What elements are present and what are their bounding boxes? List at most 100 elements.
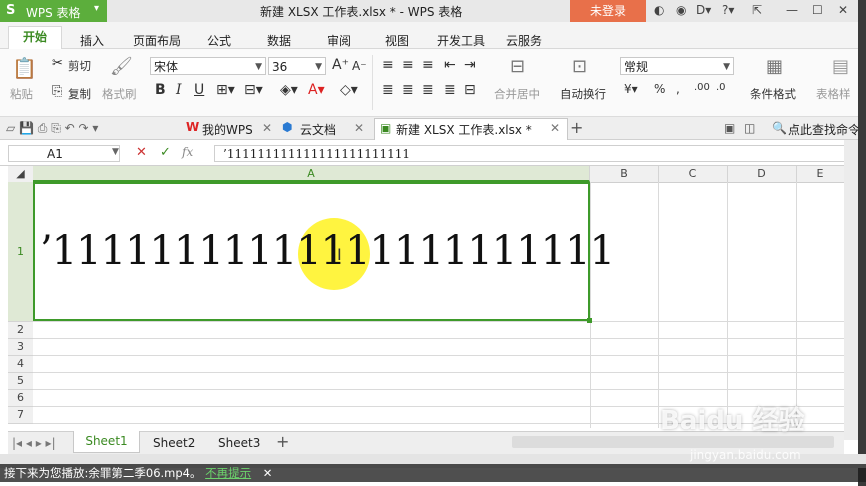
column-header-b[interactable]: B bbox=[590, 166, 659, 182]
justify-icon[interactable]: ≣ bbox=[444, 82, 456, 98]
row-header-6[interactable]: 6 bbox=[8, 390, 33, 407]
font-color-icon[interactable]: A▾ bbox=[308, 82, 325, 98]
confirm-icon[interactable]: ✓ bbox=[160, 145, 171, 160]
close-icon[interactable]: ✕ bbox=[263, 466, 273, 480]
paste-button[interactable]: 粘贴 bbox=[10, 86, 33, 102]
my-wps-tab[interactable]: 我的WPS bbox=[202, 121, 253, 138]
increase-decimal-icon[interactable]: .00 bbox=[694, 82, 710, 93]
insert-function-icon[interactable]: fx bbox=[182, 145, 193, 159]
tile-icon[interactable]: ◫ bbox=[744, 121, 755, 135]
tab-cloud-service[interactable]: 云服务 bbox=[506, 32, 542, 49]
align-center-icon[interactable]: ≣ bbox=[402, 82, 414, 98]
maximize-icon[interactable]: ☐ bbox=[812, 3, 823, 17]
skin-icon[interactable]: ◐ bbox=[654, 3, 664, 17]
tab-insert[interactable]: 插入 bbox=[80, 32, 104, 49]
row-header-3[interactable]: 3 bbox=[8, 339, 33, 356]
tab-data[interactable]: 数据 bbox=[267, 32, 291, 49]
sheet-tab-2[interactable]: Sheet2 bbox=[153, 436, 195, 450]
settings-icon[interactable]: ◉ bbox=[676, 3, 686, 17]
align-top-icon[interactable]: ≡ bbox=[382, 57, 394, 73]
formula-input[interactable]: ’111111111111111111111111 bbox=[214, 145, 854, 162]
copy-button[interactable]: 复制 bbox=[68, 86, 91, 102]
row-header-4[interactable]: 4 bbox=[8, 356, 33, 373]
name-box[interactable]: A1 bbox=[8, 145, 120, 162]
tab-view[interactable]: 视图 bbox=[385, 32, 409, 49]
merge-center-button[interactable]: 合并居中 bbox=[494, 86, 540, 102]
align-middle-icon[interactable]: ≡ bbox=[402, 57, 414, 73]
currency-icon[interactable]: ¥▾ bbox=[624, 82, 638, 96]
share-icon[interactable]: D▾ bbox=[696, 3, 711, 17]
row-header-7[interactable]: 7 bbox=[8, 407, 33, 424]
sheet-nav-icons[interactable]: |◂ ◂ ▸ ▸| bbox=[12, 436, 56, 450]
cloud-docs-tab[interactable]: 云文档 bbox=[300, 121, 336, 138]
column-header-c[interactable]: C bbox=[658, 166, 728, 182]
decrease-font-icon[interactable]: A⁻ bbox=[352, 59, 367, 73]
align-right-icon[interactable]: ≣ bbox=[422, 82, 434, 98]
percent-icon[interactable]: % bbox=[654, 82, 665, 96]
bold-icon[interactable]: B bbox=[155, 82, 166, 98]
brush-icon[interactable]: 🖌 bbox=[110, 56, 133, 77]
wps-menu-button[interactable]: S WPS 表格 ▾ bbox=[0, 0, 107, 22]
tab-home[interactable]: 开始 bbox=[8, 26, 62, 49]
row-header-5[interactable]: 5 bbox=[8, 373, 33, 390]
minimize-icon[interactable]: — bbox=[786, 3, 798, 17]
quick-access-icons[interactable]: ▱ 💾 ⎙ ⎘ ↶ ↷ ▾ bbox=[6, 121, 98, 136]
login-button[interactable]: 未登录 bbox=[570, 0, 646, 22]
tab-formulas[interactable]: 公式 bbox=[207, 32, 231, 49]
dont-remind-link[interactable]: 不再提示 bbox=[205, 466, 251, 480]
paste-icon[interactable]: 📋 bbox=[12, 56, 37, 80]
sheet-tab-1[interactable]: Sheet1 bbox=[73, 431, 140, 453]
find-command-input[interactable]: 点此查找命令 bbox=[788, 121, 860, 138]
scissors-icon[interactable]: ✂ bbox=[52, 56, 63, 71]
conditional-format-button[interactable]: 条件格式 bbox=[750, 86, 796, 102]
conditional-format-icon[interactable]: ▦ bbox=[766, 56, 783, 77]
copy-icon[interactable]: ⎘ bbox=[52, 84, 62, 99]
decrease-decimal-icon[interactable]: .0 bbox=[716, 82, 726, 93]
tab-review[interactable]: 审阅 bbox=[327, 32, 351, 49]
chevron-down-icon[interactable]: ▼ bbox=[112, 147, 119, 157]
tab-page-layout[interactable]: 页面布局 bbox=[133, 32, 181, 49]
wrap-text-icon[interactable]: ⊡ bbox=[572, 56, 587, 77]
outdent-icon[interactable]: ⇥ bbox=[464, 57, 476, 73]
border-icon[interactable]: ⊞▾ bbox=[216, 82, 235, 98]
row-header-2[interactable]: 2 bbox=[8, 322, 33, 339]
italic-icon[interactable]: I bbox=[176, 82, 182, 98]
comma-style-icon[interactable]: , bbox=[676, 82, 680, 96]
vertical-scrollbar[interactable] bbox=[844, 140, 858, 440]
clear-format-icon[interactable]: ◇▾ bbox=[340, 82, 358, 98]
align-left-icon[interactable]: ≣ bbox=[382, 82, 394, 98]
indent-icon[interactable]: ⇤ bbox=[444, 57, 456, 73]
merge-cells-icon[interactable]: ⊟ bbox=[510, 56, 525, 77]
close-icon[interactable]: ✕ bbox=[550, 121, 560, 135]
wrap-text-button[interactable]: 自动换行 bbox=[560, 86, 606, 102]
column-header-a[interactable]: A bbox=[33, 166, 590, 182]
cell-style-icon[interactable]: ⊟▾ bbox=[244, 82, 263, 98]
sheet-tab-3[interactable]: Sheet3 bbox=[218, 436, 260, 450]
select-all-corner[interactable]: ◢ bbox=[8, 166, 34, 182]
fill-handle[interactable] bbox=[587, 318, 592, 323]
font-name-select[interactable]: 宋体 ▼ bbox=[150, 57, 266, 75]
format-painter-button[interactable]: 格式刷 bbox=[102, 86, 137, 102]
add-sheet-icon[interactable]: + bbox=[276, 432, 289, 451]
row-header-1[interactable]: 1 bbox=[8, 182, 33, 322]
new-tab-icon[interactable]: + bbox=[570, 118, 583, 137]
column-header-e[interactable]: E bbox=[796, 166, 845, 182]
window-list-icon[interactable]: ▣ bbox=[724, 121, 735, 135]
table-style-icon[interactable]: ▤ bbox=[832, 56, 849, 77]
underline-icon[interactable]: U bbox=[194, 82, 204, 98]
align-bottom-icon[interactable]: ≡ bbox=[422, 57, 434, 73]
column-header-d[interactable]: D bbox=[727, 166, 797, 182]
distribute-icon[interactable]: ⊟ bbox=[464, 82, 476, 98]
close-icon[interactable]: ✕ bbox=[262, 121, 272, 135]
close-icon[interactable]: ✕ bbox=[838, 3, 848, 17]
number-format-select[interactable]: 常规 ▼ bbox=[620, 57, 734, 75]
horizontal-scrollbar[interactable] bbox=[512, 436, 834, 448]
help-icon[interactable]: ?▾ bbox=[722, 3, 734, 17]
fill-color-icon[interactable]: ◈▾ bbox=[280, 82, 298, 98]
increase-font-icon[interactable]: A⁺ bbox=[332, 57, 349, 73]
fullscreen-icon[interactable]: ⇱ bbox=[752, 3, 762, 17]
cut-button[interactable]: 剪切 bbox=[68, 58, 91, 74]
close-icon[interactable]: ✕ bbox=[354, 121, 364, 135]
table-style-button[interactable]: 表格样 bbox=[816, 86, 851, 102]
cancel-icon[interactable]: ✕ bbox=[136, 145, 147, 160]
